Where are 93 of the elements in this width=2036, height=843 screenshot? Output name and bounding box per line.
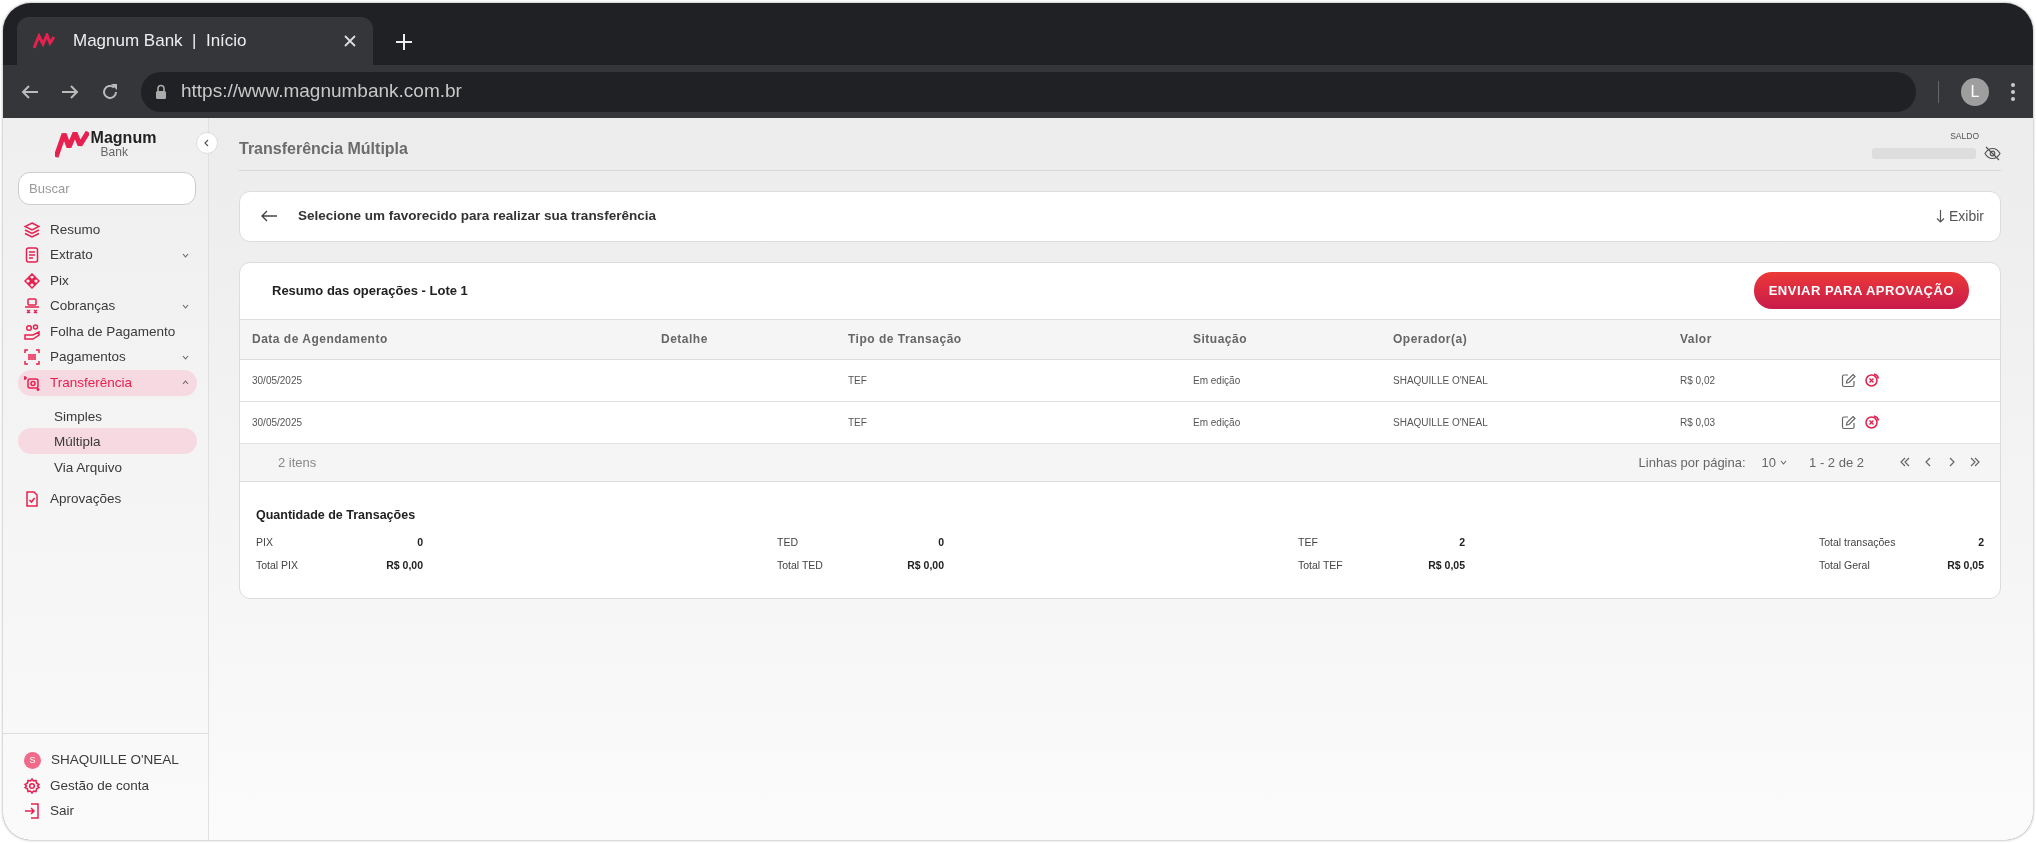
transfer-icon <box>24 374 40 391</box>
item-count: 2 itens <box>278 453 317 472</box>
table-cell: TEF <box>848 374 867 386</box>
diamond-icon <box>24 272 40 289</box>
balance-label: SALDO <box>1950 130 1979 143</box>
cancel-icon[interactable] <box>1864 372 1880 389</box>
summary-value: R$ 0,00 <box>906 558 944 574</box>
menu-item[interactable]: Pix <box>18 268 197 294</box>
lock-icon <box>155 84 167 99</box>
rows-per-page-label: Linhas por página: <box>1638 453 1746 472</box>
recipient-selector[interactable]: Selecione um favorecido para realizar sua transferência Exibir <box>239 190 2001 242</box>
summary-label: TEF <box>1298 534 1319 550</box>
submenu-item[interactable]: Via Arquivo <box>18 453 197 479</box>
summary-value: R$ 0,05 <box>1427 558 1465 574</box>
barcode-icon <box>24 349 40 366</box>
column-header: Operador(a) <box>1381 319 1668 360</box>
table-cell: R$ 0,02 <box>1680 374 1716 386</box>
logo-subtitle: Bank <box>100 146 128 158</box>
page-range: 1 - 2 de 2 <box>1809 453 1864 472</box>
layers-icon <box>24 221 40 238</box>
new-tab-icon[interactable] <box>395 33 413 51</box>
submit-button[interactable]: ENVIAR PARA APROVAÇÃO <box>1753 272 1969 310</box>
menu-item[interactable]: Resumo <box>18 217 197 243</box>
edit-icon[interactable] <box>1841 372 1856 388</box>
summary-label: TED <box>777 534 799 550</box>
back-arrow-icon[interactable] <box>260 210 278 223</box>
table-cell: Em edição <box>1193 374 1241 386</box>
column-header: Tipo de Transação <box>836 319 1181 360</box>
page-title: Transferência Múltipla <box>239 138 408 159</box>
menu-item[interactable]: Pagamentos <box>18 344 197 370</box>
reload-icon[interactable] <box>101 82 119 101</box>
user-menu-item[interactable]: S SHAQUILLE O'NEAL <box>18 747 197 773</box>
close-icon[interactable] <box>343 34 357 48</box>
rows-per-page-select[interactable]: 10 <box>1761 452 1788 472</box>
menu-item[interactable]: Cobranças <box>18 293 197 319</box>
first-page-button[interactable] <box>1898 457 1910 468</box>
arrow-down-icon <box>1936 209 1945 224</box>
people-icon <box>24 323 40 340</box>
menu-item[interactable]: Aprovações <box>18 486 197 512</box>
table-cell: SHAQUILLE O'NEAL <box>1393 374 1488 386</box>
search-field[interactable]: Buscar <box>18 172 196 205</box>
summary-value: R$ 0,05 <box>1946 558 1984 574</box>
table-cell: 30/05/2025 <box>252 374 303 386</box>
table-cell: R$ 0,03 <box>1680 416 1716 428</box>
menu-icon[interactable] <box>2011 82 2015 101</box>
show-button[interactable]: Exibir <box>1936 205 1984 227</box>
summary-label: Total transações <box>1819 534 1897 550</box>
column-header: Situação <box>1181 319 1381 360</box>
edit-icon[interactable] <box>1841 414 1856 430</box>
menu-item[interactable]: Extrato <box>18 242 197 268</box>
summary-value: R$ 0,00 <box>385 558 423 574</box>
summary-label: PIX <box>256 534 274 550</box>
logo-icon <box>54 130 89 158</box>
summary-value: 2 <box>1977 534 1984 550</box>
caret-icon <box>1780 459 1788 465</box>
summary-value: 2 <box>1458 534 1465 550</box>
summary-label: Total PIX <box>256 558 300 574</box>
address-bar[interactable]: https://www.magnumbank.com.br <box>141 71 1916 112</box>
menu-item[interactable]: Gestão de conta <box>18 773 197 799</box>
selector-text: Selecione um favorecido para realizar sua transferência <box>298 207 657 226</box>
batch-title: Resumo das operações - Lote 1 <box>272 282 468 300</box>
summary-label: Total TED <box>777 558 824 574</box>
summary-label: Total TEF <box>1298 558 1344 574</box>
column-header: Valor <box>1668 319 1829 360</box>
submenu-item[interactable]: Simples <box>18 402 197 428</box>
column-header: Detalhe <box>649 319 836 360</box>
table-cell: Em edição <box>1193 416 1241 428</box>
eye-slash-icon[interactable] <box>1984 145 2001 161</box>
summary-value: 0 <box>416 534 423 550</box>
table-cell: SHAQUILLE O'NEAL <box>1393 416 1488 428</box>
summary-label: Total Geral <box>1819 558 1871 574</box>
summary-value: 0 <box>937 534 944 550</box>
forward-icon[interactable] <box>61 82 79 101</box>
receipt-icon <box>24 298 40 315</box>
menu-item[interactable]: Folha de Pagamento <box>18 319 197 345</box>
last-page-button[interactable] <box>1970 457 1982 468</box>
table-cell: 30/05/2025 <box>252 416 303 428</box>
logout-icon <box>24 803 40 820</box>
menu-item[interactable]: Sair <box>18 798 197 824</box>
cancel-icon[interactable] <box>1864 414 1880 431</box>
column-header: Data de Agendamento <box>240 319 649 360</box>
user-avatar: S <box>24 751 41 769</box>
browser-tab[interactable]: Magnum Bank | Início <box>17 17 373 65</box>
submenu-item[interactable]: Múltipla <box>18 428 197 454</box>
logo-icon <box>33 33 55 49</box>
back-icon[interactable] <box>21 82 39 101</box>
document-icon <box>24 247 40 264</box>
gear-icon <box>24 777 40 794</box>
approval-icon <box>24 490 40 507</box>
logo-text: Magnum <box>90 130 157 146</box>
chevron-left-icon <box>203 139 211 147</box>
table-cell: TEF <box>848 416 867 428</box>
summary-title: Quantidade de Transações <box>256 506 417 524</box>
